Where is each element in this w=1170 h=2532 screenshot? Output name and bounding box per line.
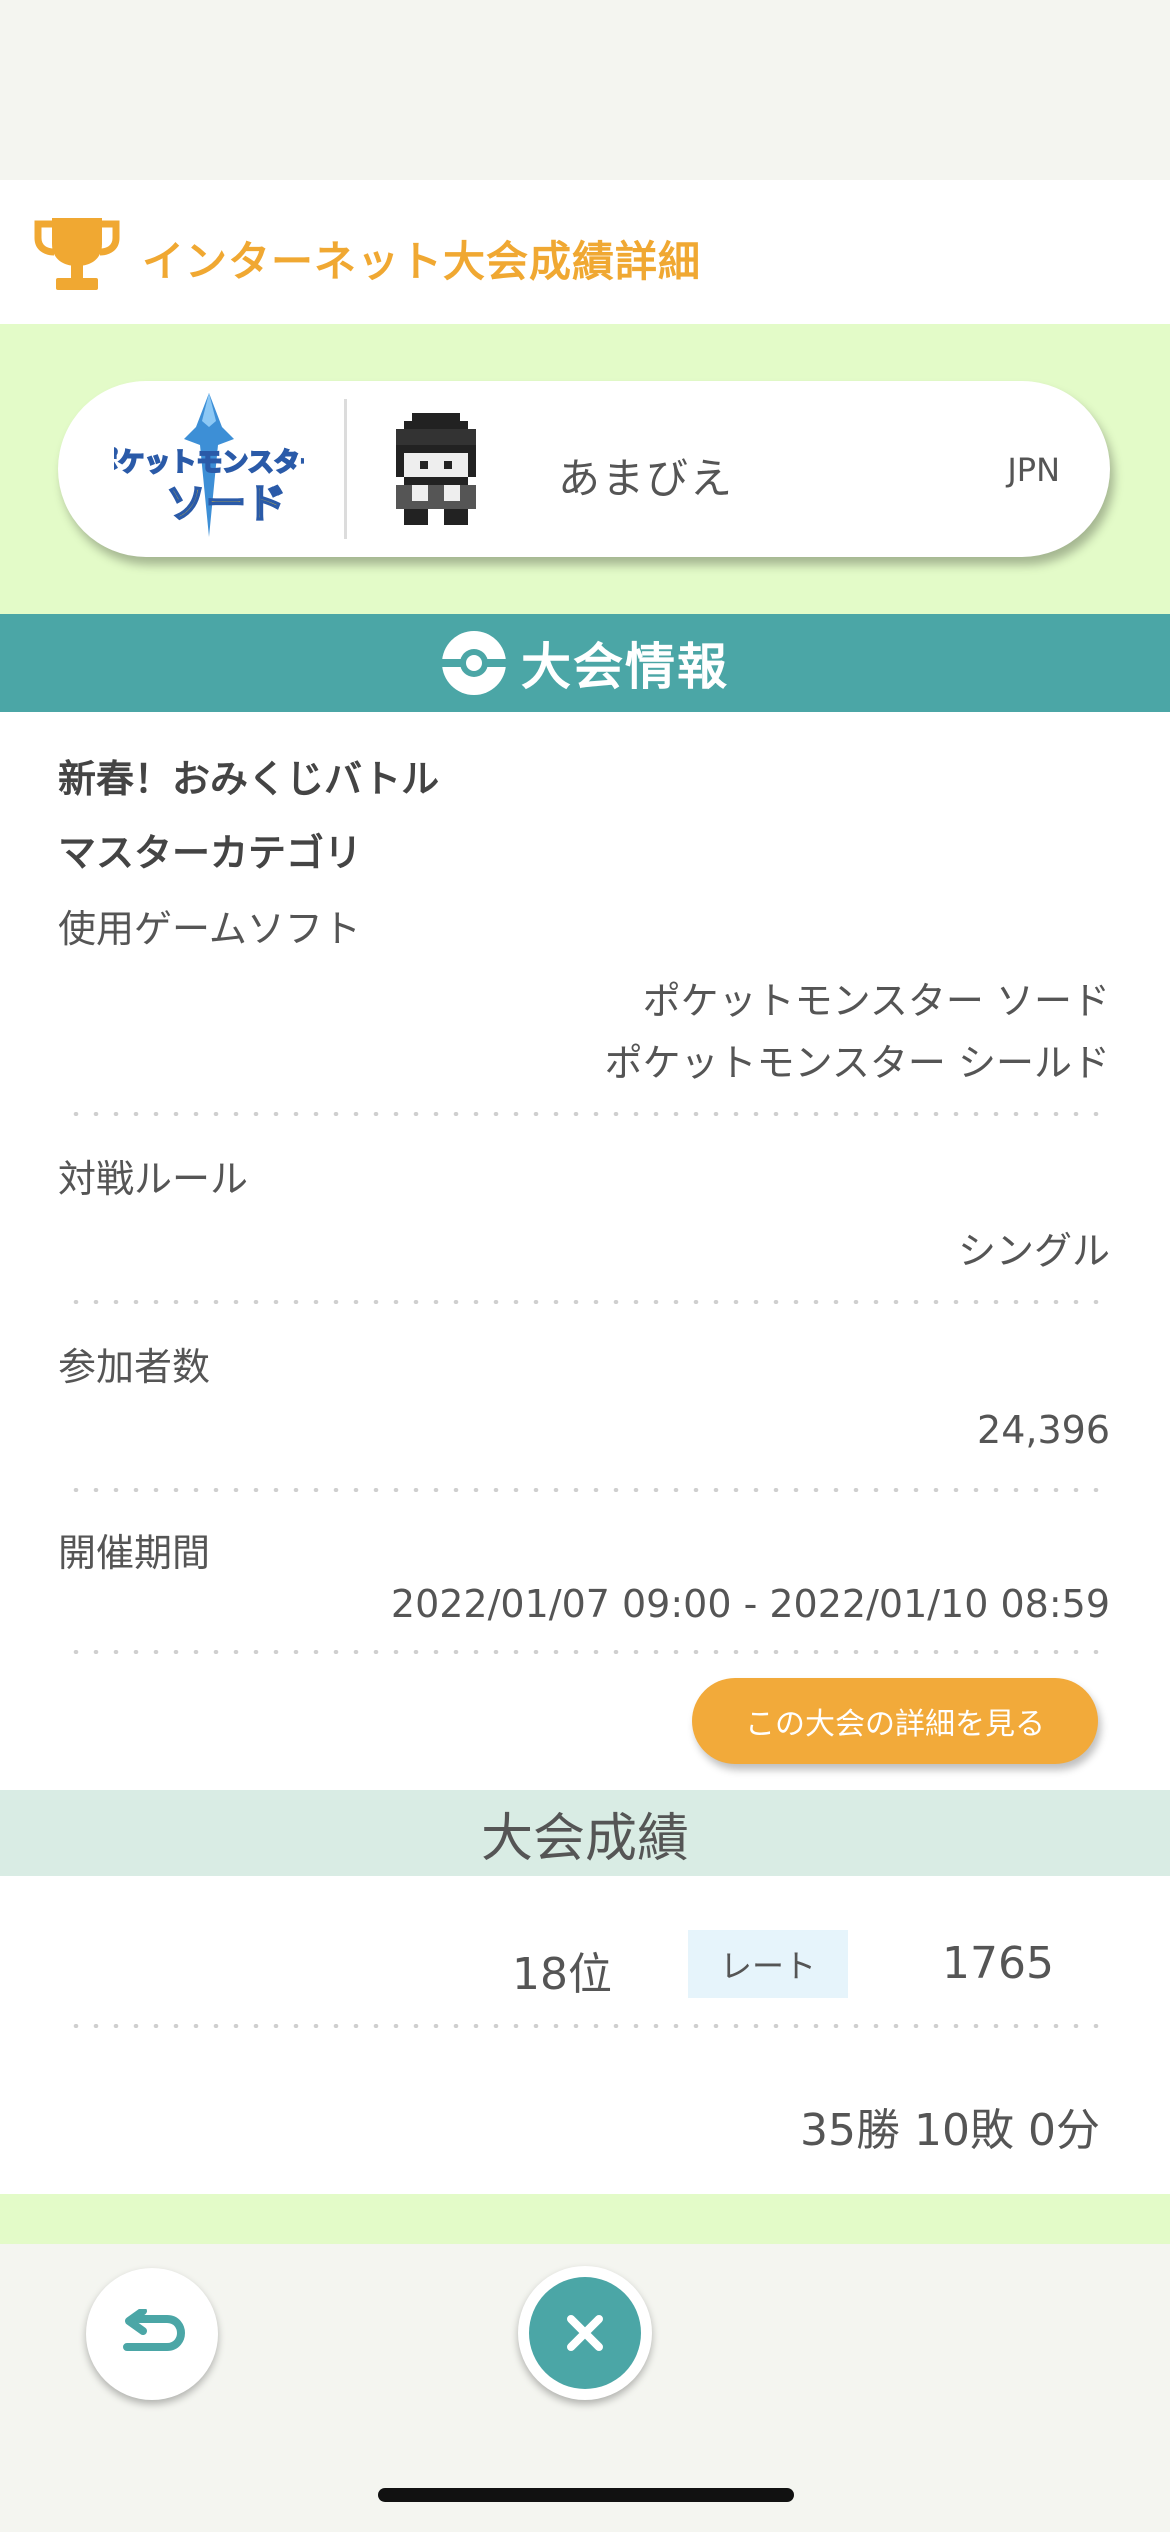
- software-label: 使用ゲームソフト: [58, 907, 361, 951]
- back-arrow-icon: [123, 2309, 186, 2351]
- profile-band: ポケットモンスター ソード あまびえ JPN: [0, 324, 1170, 614]
- participants-value: 24,396: [977, 1408, 1110, 1452]
- divider: [66, 1488, 1102, 1492]
- divider: [66, 1300, 1102, 1304]
- divider: [66, 1650, 1102, 1654]
- game-logo-subtitle: ソード: [166, 482, 286, 526]
- profile-card: ポケットモンスター ソード あまびえ JPN: [58, 381, 1110, 557]
- software-value-2: ポケットモンスター シールド: [604, 1041, 1110, 1085]
- card-divider: [344, 399, 347, 539]
- footer-strip: [0, 2194, 1170, 2244]
- rule-label: 対戦ルール: [58, 1157, 249, 1201]
- rank-value: 18位: [512, 1949, 612, 2000]
- tournament-info-header: 大会情報: [0, 614, 1170, 712]
- game-logo-title: ポケットモンスター: [114, 447, 304, 477]
- rate-value: 1765: [942, 1938, 1054, 1989]
- close-button-face: [529, 2277, 641, 2389]
- participants-label: 参加者数: [58, 1345, 211, 1389]
- close-icon: [567, 2315, 603, 2351]
- trainer-region: JPN: [1007, 451, 1060, 489]
- page-title: インターネット大会成績詳細: [142, 237, 702, 286]
- close-button[interactable]: [518, 2266, 652, 2400]
- rule-value: シングル: [957, 1229, 1110, 1273]
- tournament-category: マスターカテゴリ: [58, 831, 363, 875]
- trainer-avatar: [396, 413, 476, 525]
- tournament-results: 18位 レート 1765 35勝 10敗 0分: [0, 1876, 1170, 2194]
- tournament-name: 新春！おみくじバトル: [58, 757, 440, 801]
- trophy-icon: [34, 218, 120, 290]
- section-title: 大会情報: [521, 638, 729, 696]
- period-value: 2022/01/07 09:00 - 2022/01/10 08:59: [390, 1582, 1110, 1626]
- software-value-1: ポケットモンスター ソード: [642, 979, 1110, 1023]
- back-button[interactable]: [86, 2268, 218, 2400]
- trainer-name: あまびえ: [558, 454, 735, 503]
- results-header: 大会成績: [0, 1790, 1170, 1876]
- rate-label: レート: [688, 1930, 848, 1998]
- tournament-detail-button[interactable]: この大会の詳細を見る: [692, 1678, 1098, 1764]
- game-logo: ポケットモンスター ソード: [114, 393, 304, 537]
- win-loss-record: 35勝 10敗 0分: [800, 2105, 1100, 2156]
- page-header: インターネット大会成績詳細: [0, 180, 1170, 324]
- home-indicator[interactable]: [378, 2488, 794, 2502]
- status-bar-area: [0, 0, 1170, 180]
- divider: [66, 1112, 1102, 1116]
- tournament-info: 新春！おみくじバトル マスターカテゴリ 使用ゲームソフト ポケットモンスター ソ…: [0, 712, 1170, 1790]
- pokeball-icon: [441, 631, 507, 695]
- period-label: 開催期間: [58, 1531, 211, 1575]
- divider: [66, 2024, 1102, 2028]
